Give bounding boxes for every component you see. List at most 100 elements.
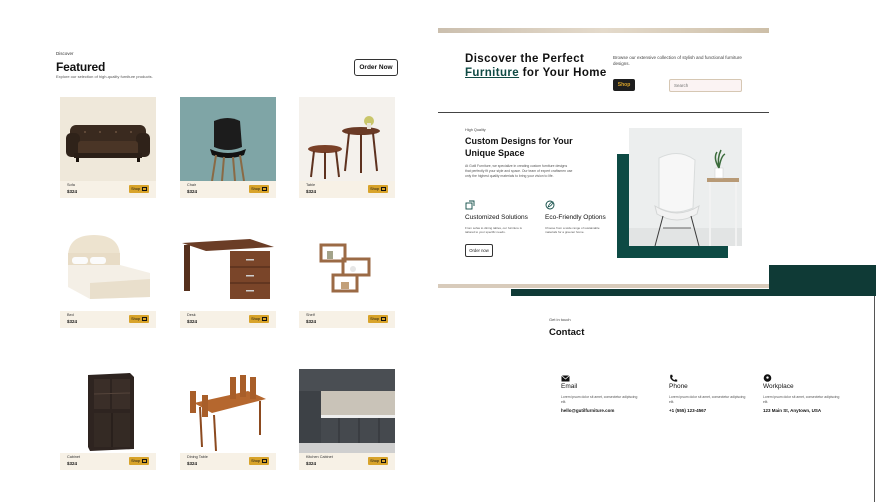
- cart-icon: [261, 459, 267, 463]
- location-pin-icon: [763, 370, 772, 382]
- shop-button[interactable]: Shop: [129, 315, 149, 323]
- featured-subtitle: Explore our selection of high-quality fu…: [56, 74, 153, 79]
- order-now-button[interactable]: Order Now: [354, 59, 398, 76]
- custom-eyebrow: High Quality: [465, 128, 486, 132]
- decorative-dark-strip: [511, 289, 876, 296]
- hero-image-strip: [438, 28, 769, 33]
- cart-icon: [261, 317, 267, 321]
- email-link[interactable]: hello@gutilfurniture.com: [561, 408, 614, 413]
- product-card[interactable]: Sofa $324 Shop: [60, 97, 156, 198]
- product-card[interactable]: Cabinet $324 Shop: [60, 369, 156, 470]
- shop-button[interactable]: Shop: [368, 457, 388, 465]
- custom-designs-section: High Quality Custom Designs for Your Uni…: [438, 113, 769, 288]
- product-price: $324: [67, 319, 78, 324]
- custom-description: At Gutil Furniture, we specialize in cre…: [465, 164, 573, 178]
- customize-icon: [465, 197, 475, 210]
- featured-section: Discover Featured Explore our selection …: [0, 0, 437, 502]
- kitchen-cabinet-image: [299, 369, 395, 453]
- address-text: 123 Main St, Anytown, USA: [763, 408, 822, 413]
- contact-item-title: Phone: [669, 383, 688, 390]
- product-info: Dining Table $324 Shop: [180, 453, 276, 470]
- product-info: Table $324 Shop: [299, 181, 395, 198]
- product-price: $324: [306, 461, 317, 466]
- shelf-image: [299, 227, 395, 311]
- contact-eyebrow: Get in touch: [549, 317, 571, 322]
- cart-icon: [261, 187, 267, 191]
- product-info: Cabinet $324 Shop: [60, 453, 156, 470]
- product-card[interactable]: Table $324 Shop: [299, 97, 395, 198]
- shop-label: Shop: [251, 459, 260, 463]
- product-info: Kitchen Cabinet $324 Shop: [299, 453, 395, 470]
- hero-title-part2: for Your Home: [519, 67, 607, 79]
- section-footer-bar: [438, 284, 769, 288]
- hero-title-highlight: Furniture: [465, 67, 520, 79]
- feature-desc: From sofas to dining tables, our furnitu…: [465, 226, 522, 235]
- shop-label: Shop: [370, 317, 379, 321]
- product-price: $324: [187, 189, 198, 194]
- shop-label: Shop: [370, 459, 379, 463]
- cart-icon: [380, 187, 386, 191]
- product-price: $324: [67, 461, 78, 466]
- product-price: $324: [187, 319, 198, 324]
- shop-button[interactable]: Shop: [129, 457, 149, 465]
- product-card[interactable]: Desk $324 Shop: [180, 227, 276, 328]
- bed-image: [60, 227, 156, 311]
- shop-button[interactable]: Shop: [249, 185, 269, 193]
- frame-edge: [874, 296, 875, 502]
- product-price: $324: [306, 319, 317, 324]
- shop-button[interactable]: Shop: [368, 315, 388, 323]
- product-name: Bed: [67, 313, 74, 317]
- cabinet-image: [60, 369, 156, 453]
- chair-image: [180, 97, 276, 181]
- product-name: Dining Table: [187, 455, 208, 459]
- product-name: Sofa: [67, 183, 75, 187]
- product-card[interactable]: Kitchen Cabinet $324 Shop: [299, 369, 395, 470]
- product-name: Kitchen Cabinet: [306, 455, 333, 459]
- shop-button[interactable]: Shop: [249, 457, 269, 465]
- order-now-button-secondary[interactable]: Order now: [465, 244, 493, 257]
- product-price: $324: [67, 189, 78, 194]
- contact-item-desc: Lorem ipsum dolor sit amet, consectetur …: [561, 395, 638, 404]
- shop-button[interactable]: Shop: [129, 185, 149, 193]
- hero-title-part1: Discover the Perfect: [465, 53, 585, 65]
- eco-leaf-icon: [545, 197, 555, 210]
- featured-eyebrow: Discover: [56, 51, 74, 56]
- featured-title: Featured: [56, 60, 106, 74]
- shop-label: Shop: [131, 459, 140, 463]
- hero-section: Discover the Perfect Furniture for Your …: [438, 28, 769, 112]
- shop-label: Shop: [251, 187, 260, 191]
- hero-shop-button[interactable]: Shop: [613, 79, 635, 91]
- cart-icon: [141, 459, 147, 463]
- sofa-image: [60, 97, 156, 181]
- product-info: Shelf $324 Shop: [299, 311, 395, 328]
- contact-item-desc: Lorem ipsum dolor sit amet, consectetur …: [669, 395, 746, 404]
- product-price: $324: [187, 461, 198, 466]
- feature-title: Eco-Friendly Options: [545, 214, 606, 221]
- chair-photo: [629, 128, 742, 246]
- contact-item-title: Email: [561, 383, 578, 390]
- product-card[interactable]: Chair $324 Shop: [180, 97, 276, 198]
- contact-item-title: Workplace: [763, 383, 794, 390]
- product-card[interactable]: Shelf $324 Shop: [299, 227, 395, 328]
- product-name: Cabinet: [67, 455, 81, 459]
- shop-button[interactable]: Shop: [368, 185, 388, 193]
- product-info: Bed $324 Shop: [60, 311, 156, 328]
- phone-link[interactable]: +1 (555) 123-4567: [669, 408, 706, 413]
- product-name: Chair: [187, 183, 197, 187]
- cart-icon: [141, 187, 147, 191]
- product-card[interactable]: Dining Table $324 Shop: [180, 369, 276, 470]
- contact-title: Contact: [549, 327, 585, 338]
- envelope-icon: [561, 370, 570, 382]
- feature-desc: Choose from a wide range of sustainable …: [545, 226, 600, 235]
- product-name: Desk: [187, 313, 196, 317]
- hero-description: Browse our extensive collection of styli…: [613, 55, 742, 66]
- search-input[interactable]: [669, 79, 742, 92]
- product-info: Chair $324 Shop: [180, 181, 276, 198]
- shop-button[interactable]: Shop: [249, 315, 269, 323]
- product-info: Desk $324 Shop: [180, 311, 276, 328]
- shop-label: Shop: [131, 187, 140, 191]
- product-price: $324: [306, 189, 317, 194]
- dining-table-image: [180, 369, 276, 453]
- table-image: [299, 97, 395, 181]
- product-card[interactable]: Bed $324 Shop: [60, 227, 156, 328]
